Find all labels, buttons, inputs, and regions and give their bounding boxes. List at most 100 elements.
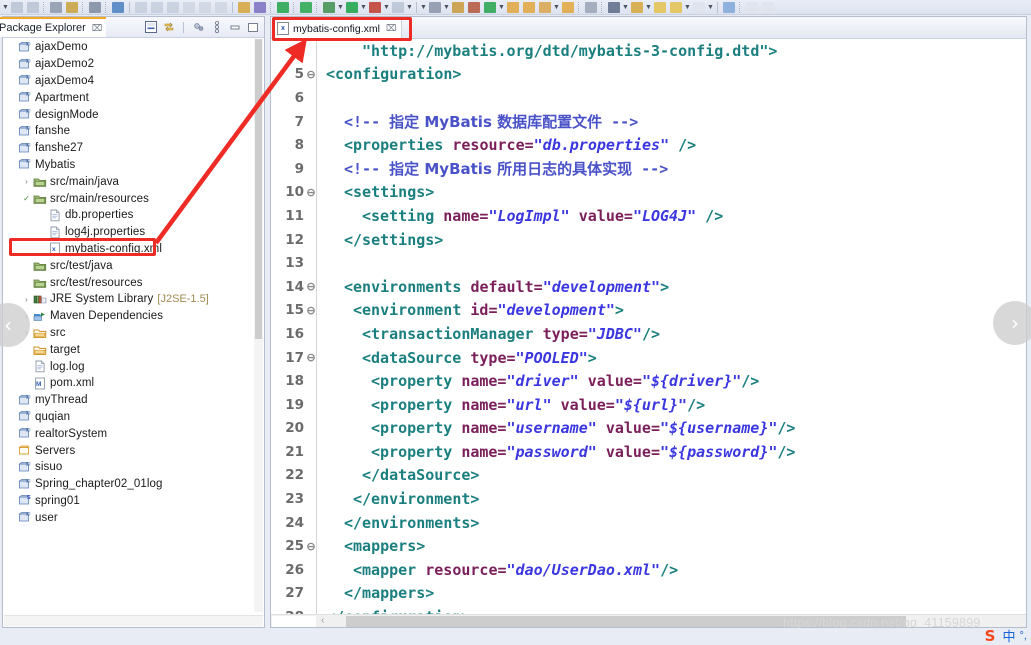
dropdown-arrow-icon[interactable]: ▼ [684, 4, 691, 11]
code-line-22[interactable]: 22 </dataSource> [271, 464, 1026, 488]
tree-item-src-main-java[interactable]: › src/main/java [3, 173, 254, 190]
tree-item-src-test-java[interactable]: src/test/java [3, 257, 254, 274]
tree-item-mybatis[interactable]: J Mybatis [3, 157, 254, 174]
sogou-ime-icon[interactable]: S [982, 627, 999, 645]
view-menu-icon[interactable] [210, 20, 223, 34]
tree-item-quqian[interactable]: Jquqian [3, 409, 254, 426]
comment-alt-icon[interactable] [668, 1, 683, 14]
dropdown-arrow-icon[interactable]: ▼ [553, 4, 560, 11]
ime-indicator[interactable]: S 中 °, [982, 626, 1027, 645]
code-line-17[interactable]: 17 ⊖ <dataSource type="POOLED"> [271, 346, 1026, 370]
code-line-12[interactable]: 12 </settings> [271, 228, 1026, 252]
open-perspective-icon[interactable] [450, 1, 465, 14]
forward-icon[interactable] [197, 1, 212, 14]
dropdown-arrow-icon[interactable]: ▼ [645, 4, 652, 11]
new-folder-icon[interactable] [505, 1, 520, 14]
code-line-13[interactable]: 13 [271, 251, 1026, 275]
search-icon[interactable] [110, 1, 125, 14]
fold-toggle-icon[interactable]: ⊖ [305, 280, 317, 293]
comment-icon[interactable] [652, 1, 667, 14]
save-icon[interactable] [9, 1, 24, 14]
tree-item-src-main-resources[interactable]: ✓ src/main/resources [3, 190, 254, 207]
run-icon[interactable] [275, 1, 290, 14]
tree-horizontal-scrollbar[interactable] [4, 615, 263, 626]
dropdown-arrow-icon[interactable]: ▼ [498, 4, 505, 11]
tree-item-fanshe[interactable]: Jfanshe [3, 123, 254, 140]
code-line-5[interactable]: 5 ⊖ <configuration> [271, 63, 1026, 87]
tree-item-mybatis-config-xml[interactable]: x mybatis-config.xml [3, 241, 254, 258]
tree-item-log-log[interactable]: log.log [3, 358, 254, 375]
code-line-25[interactable]: 25 ⊖ <mappers> [271, 534, 1026, 558]
code-line-19[interactable]: 19 <property name="url" value="${url}"/> [271, 393, 1026, 417]
code-line-6[interactable]: 6 [271, 86, 1026, 110]
code-line-21[interactable]: 21 <property name="password" value="${pas… [271, 440, 1026, 464]
dropdown-arrow-icon[interactable]: ▼ [2, 4, 9, 11]
collapse-all-icon[interactable] [144, 21, 157, 34]
code-line-7[interactable]: 7 <!-- 指定 MyBatis 数据库配置文件 --> [271, 110, 1026, 134]
back-icon[interactable] [181, 1, 196, 14]
dropdown-arrow-icon[interactable]: ▼ [337, 4, 344, 11]
code-line-11[interactable]: 11 <setting name="LogImpl" value="LOG4J" … [271, 204, 1026, 228]
tree-item-target[interactable]: target [3, 341, 254, 358]
open-resource-icon[interactable] [252, 1, 267, 14]
tree-item-pom-xml[interactable]: Mpom.xml [3, 375, 254, 392]
tree-item-ajaxdemo4[interactable]: JajaxDemo4 [3, 73, 254, 90]
tree-item-jre-system-library[interactable]: › JRE System Library [J2SE-1.5] [3, 291, 254, 308]
tree-item-apartment[interactable]: J Apartment [3, 89, 254, 106]
fold-toggle-icon[interactable]: ⊖ [305, 351, 317, 364]
code-line-24[interactable]: 24 </environments> [271, 511, 1026, 535]
tree-vertical-scrollbar-thumb[interactable] [255, 39, 262, 339]
tab-mybatis-config-xml[interactable]: x mybatis-config.xml ⌧ [274, 17, 403, 38]
dropdown-arrow-icon[interactable]: ▼ [707, 4, 714, 11]
git-icon[interactable] [482, 1, 497, 14]
code-line-14[interactable]: 14 ⊖ <environments default="development"> [271, 275, 1026, 299]
save-all-icon[interactable] [25, 1, 40, 14]
tree-item-src[interactable]: ›src [3, 325, 254, 342]
tree-item-fanshe27[interactable]: Jfanshe27 [3, 140, 254, 157]
maximize-icon[interactable] [246, 21, 259, 34]
code-line-23[interactable]: 23 </environment> [271, 487, 1026, 511]
ime-punctuation-mode[interactable]: °, [1020, 630, 1027, 642]
code-line-27[interactable]: 27 </mappers> [271, 582, 1026, 606]
comment-empty-icon[interactable] [691, 1, 706, 14]
tree-item-realtorsystem[interactable]: JrealtorSystem [3, 425, 254, 442]
code-line-18[interactable]: 18 <property name="driver" value="${drive… [271, 369, 1026, 393]
maximize-icon[interactable] [721, 1, 736, 14]
main-toolbar[interactable]: ▼ ▼ ▼ ▼ ▼ ▼ ▼ ▼ ▼ ▼ ▼ ▼ ▼ [0, 0, 1031, 15]
fold-toggle-icon[interactable]: ⊖ [305, 68, 317, 81]
last-edit-icon[interactable] [165, 1, 180, 14]
open-folder-icon[interactable] [521, 1, 536, 14]
export-icon[interactable] [629, 1, 644, 14]
skip-breakpoints-icon[interactable] [427, 1, 442, 14]
code-line-20[interactable]: 20 <property name="username" value="${use… [271, 417, 1026, 441]
collapse-arrow-icon[interactable]: › [21, 295, 32, 304]
project-tree[interactable]: JajaxDemo JajaxDemo2 JajaxDemo4 J Apartment J… [3, 38, 254, 613]
forward-history-icon[interactable] [213, 1, 228, 14]
external-tools-icon[interactable] [321, 1, 336, 14]
debug-icon[interactable] [87, 1, 102, 14]
tree-item-src-test-resources[interactable]: src/test/resources [3, 274, 254, 291]
terminal-icon[interactable] [390, 1, 405, 14]
minimize-icon[interactable] [228, 21, 241, 34]
task-icon[interactable] [606, 1, 621, 14]
print-icon[interactable] [48, 1, 63, 14]
tree-item-db-properties[interactable]: db.properties [3, 207, 254, 224]
tree-item-servers[interactable]: Servers [3, 442, 254, 459]
tag-icon[interactable] [744, 1, 759, 14]
ime-language-mode[interactable]: 中 [1003, 626, 1016, 645]
tree-item-sisuo[interactable]: Jsisuo [3, 459, 254, 476]
previous-annotation-icon[interactable] [149, 1, 164, 14]
close-icon[interactable]: ⌧ [92, 23, 102, 34]
pin-icon[interactable] [583, 1, 598, 14]
dropdown-arrow-icon[interactable]: ▼ [443, 4, 450, 11]
package-icon[interactable] [466, 1, 481, 14]
dropdown-arrow-icon[interactable]: ▼ [360, 4, 367, 11]
close-icon[interactable]: ⌧ [386, 23, 396, 34]
code-line-15[interactable]: 15 ⊖ <environment id="development"> [271, 299, 1026, 323]
collapse-arrow-icon[interactable]: › [21, 177, 32, 186]
tag-alt-icon[interactable] [760, 1, 775, 14]
link-icon[interactable] [64, 1, 79, 14]
tree-item-maven-dependencies[interactable]: ›Maven Dependencies [3, 308, 254, 325]
dropdown-arrow-icon[interactable]: ▼ [406, 4, 413, 11]
code-area[interactable]: 4 "http://mybatis.org/dtd/mybatis-3-confi… [271, 39, 1026, 627]
